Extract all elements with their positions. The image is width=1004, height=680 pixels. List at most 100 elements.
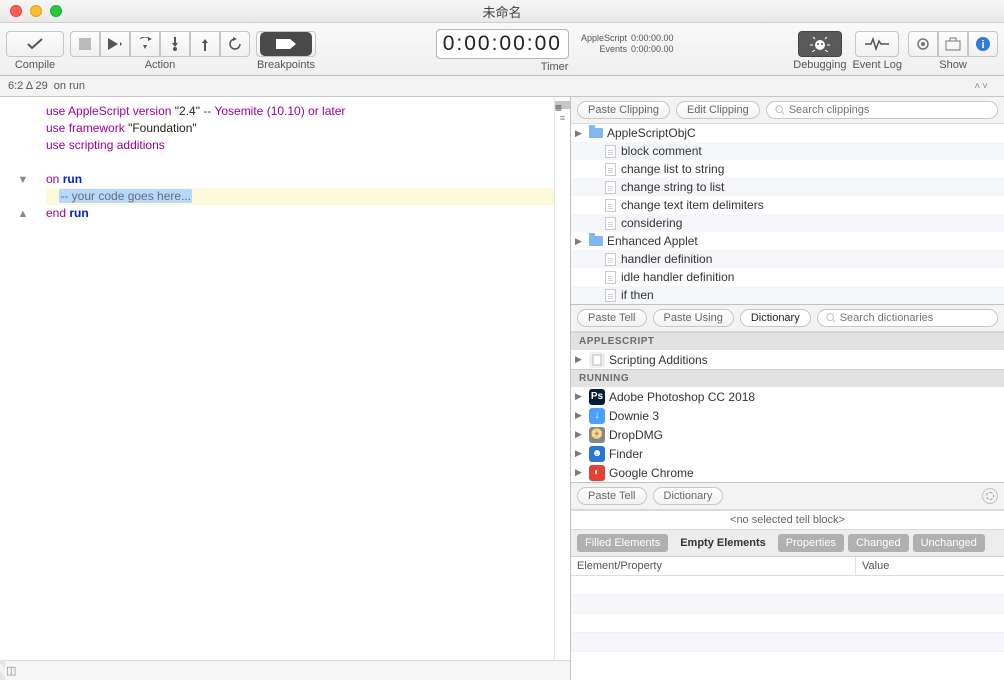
show-case-button[interactable] [938,31,968,57]
clippings-toolbar: Paste Clipping Edit Clipping [571,97,1004,124]
step-out-icon [198,37,212,51]
disclosure-icon[interactable]: ▶ [575,354,585,365]
step-into-button[interactable] [130,31,160,57]
clipping-row[interactable]: ▶ Enhanced Applet [571,232,1004,250]
breakpoints-button[interactable] [256,31,316,57]
clipping-row[interactable]: handler definition [571,250,1004,268]
dict-row-app[interactable]: ▶◐Google Chrome [571,463,1004,482]
seg-unchanged[interactable]: Unchanged [913,534,985,552]
timer-label: Timer [541,61,569,73]
disclosure-icon[interactable]: ▶ [575,128,585,139]
eventlog-button[interactable] [855,31,899,57]
folder-icon [589,128,603,138]
stop-icon [79,38,91,50]
disclosure-icon[interactable]: ▶ [575,467,585,478]
bug-icon [809,36,831,52]
show-gear-button[interactable] [908,31,938,57]
clipping-row[interactable]: ▶AppleScriptObjC [571,124,1004,142]
editor[interactable]: ▼ ▲ use AppleScript version "2.4" -- Yos… [0,97,570,660]
step-out-button[interactable] [190,31,220,57]
fold-up-icon[interactable]: ▲ [0,205,46,222]
disclosure-icon[interactable]: ▶ [575,410,585,421]
search-clippings-input[interactable] [789,104,989,116]
play-button[interactable] [100,31,130,57]
vars-segments: Filled Elements Empty Elements Propertie… [571,530,1004,557]
seg-changed[interactable]: Changed [848,534,909,552]
folder-icon [589,236,603,246]
dictionary-button[interactable]: Dictionary [740,309,811,327]
action-label: Action [145,59,176,71]
search-icon [826,313,836,323]
restart-button[interactable] [220,31,250,57]
paste-using-button[interactable]: Paste Using [653,309,734,327]
doc-icon [605,217,616,230]
dictionary-vars-button[interactable]: Dictionary [653,487,724,505]
split-icon[interactable]: ◫ [6,664,16,677]
vars-toolbar: Paste Tell Dictionary [571,483,1004,510]
clipping-row[interactable]: block comment [571,142,1004,160]
chevron-up-icon: ˄ [974,81,980,92]
dict-row-app[interactable]: ▶📀DropDMG [571,425,1004,444]
gear-icon [915,36,931,52]
search-dictionaries[interactable] [817,309,998,327]
clipping-row[interactable]: idle handler definition [571,268,1004,286]
paste-tell-button[interactable]: Paste Tell [577,309,647,327]
compile-group: Compile [6,31,64,71]
seg-empty[interactable]: Empty Elements [672,534,774,552]
edit-clipping-button[interactable]: Edit Clipping [676,101,760,119]
svg-text:i: i [981,39,984,51]
compile-button[interactable] [6,31,64,57]
vars-col-element: Element/Property [571,557,856,575]
seg-properties[interactable]: Properties [778,534,844,552]
dict-row-app[interactable]: ▶↓Downie 3 [571,406,1004,425]
paste-clipping-button[interactable]: Paste Clipping [577,101,670,119]
show-info-button[interactable]: i [968,31,998,57]
dict-header-running: RUNNING [571,369,1004,387]
timer-group: 0:00:00:00 AppleScript0:00:00.00 Events0… [436,29,674,73]
main: ▼ ▲ use AppleScript version "2.4" -- Yos… [0,97,1004,680]
stop-button[interactable] [70,31,100,57]
paste-tell-vars-button[interactable]: Paste Tell [577,487,647,505]
disclosure-icon[interactable]: ▶ [575,236,585,247]
history-nav[interactable]: ˄ ˅ [974,81,988,92]
clipping-row[interactable]: change text item delimiters [571,196,1004,214]
debugging-group: Debugging [793,31,846,71]
clipping-row[interactable]: change string to list [571,178,1004,196]
debugging-button[interactable] [798,31,842,57]
dict-applescript-list: ▶ Scripting Additions [571,350,1004,369]
clipping-label: change list to string [621,162,724,176]
disclosure-icon[interactable]: ▶ [575,448,585,459]
statusbar: 6:2 Δ 29 on run ˄ ˅ [0,76,1004,97]
disclosure-icon[interactable]: ▶ [575,391,585,402]
clipping-row[interactable]: considering [571,214,1004,232]
fold-down-icon[interactable]: ▼ [0,171,46,188]
clipping-label: Enhanced Applet [607,234,698,248]
app-icon: 📀 [589,427,605,443]
ruler[interactable]: ≡ ≡ [554,97,570,660]
search-dictionaries-input[interactable] [840,312,989,324]
ruler-mark-icon: ≡ [555,101,570,109]
step-over-button[interactable] [160,31,190,57]
clipping-row[interactable]: change list to string [571,160,1004,178]
disclosure-icon[interactable]: ▶ [575,429,585,440]
play-icon [108,38,122,50]
step-into-icon [138,37,152,51]
vars-gear-icon[interactable] [982,488,998,504]
clipping-row[interactable]: if then [571,286,1004,304]
breakpoint-icon [260,32,312,56]
chevron-down-icon: ˅ [982,81,988,92]
dictionary-toolbar: Paste Tell Paste Using Dictionary [571,304,1004,332]
restart-icon [228,37,242,51]
doc-icon [605,163,616,176]
code[interactable]: use AppleScript version "2.4" -- Yosemit… [46,97,554,660]
clipping-label: block comment [621,144,702,158]
code-selection: -- your code goes here... [59,189,192,203]
doc-icon [605,181,616,194]
search-clippings[interactable] [766,101,998,119]
dict-row-app[interactable]: ▶☻Finder [571,444,1004,463]
dict-row-scripting-additions[interactable]: ▶ Scripting Additions [571,350,1004,369]
vars-table-body [571,576,1004,680]
action-group: Action [70,31,250,71]
seg-filled[interactable]: Filled Elements [577,534,668,552]
dict-row-app[interactable]: ▶PsAdobe Photoshop CC 2018 [571,387,1004,406]
